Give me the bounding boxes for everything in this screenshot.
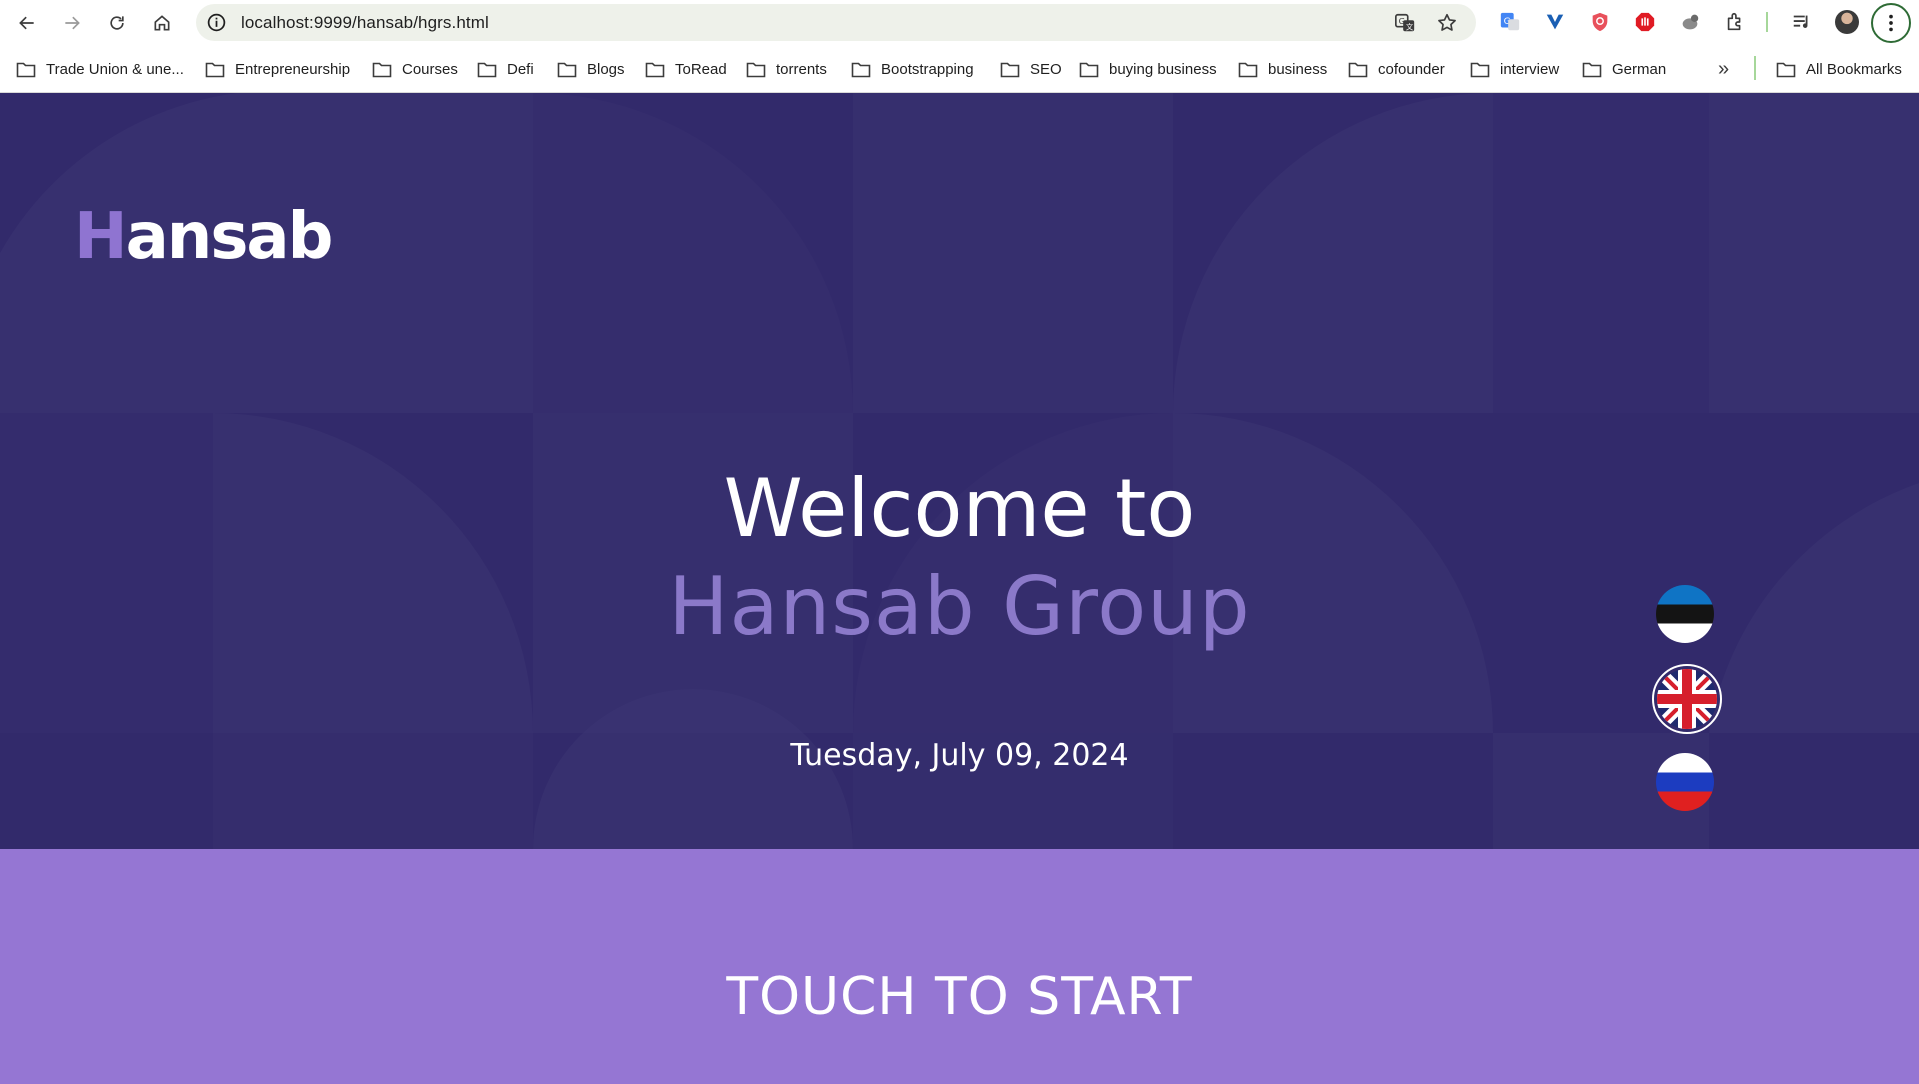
bookmark-label: ToRead	[675, 60, 727, 78]
bookmark-folder[interactable]: SEO	[1000, 57, 1062, 81]
bookmark-label: Blogs	[587, 60, 625, 78]
bookmark-folder[interactable]: Courses	[372, 57, 458, 81]
bookmark-folder[interactable]: Blogs	[557, 57, 625, 81]
bookmark-folder[interactable]: buying business	[1079, 57, 1217, 81]
bookmark-label: Entrepreneurship	[235, 60, 351, 78]
estonian-flag-button[interactable]	[1656, 585, 1714, 643]
reload-icon[interactable]	[102, 8, 132, 38]
folder-icon	[16, 62, 36, 77]
folder-icon	[1238, 62, 1258, 77]
logo-initial: H	[74, 200, 128, 274]
bookmark-label: torrents	[776, 60, 827, 78]
folder-icon	[205, 62, 225, 77]
folder-icon	[1582, 62, 1602, 77]
touch-to-start-label: TOUCH TO START	[726, 967, 1193, 1027]
bookmarks-overflow-button[interactable]: »	[1718, 57, 1729, 81]
bookmark-folder[interactable]: cofounder	[1348, 57, 1445, 81]
bookmark-label: business	[1268, 60, 1328, 78]
folder-icon	[1079, 62, 1099, 77]
google-translate-ext-icon[interactable]: G	[1498, 10, 1522, 34]
browser-toolbar: localhost:9999/hansab/hgrs.html G文 G	[0, 0, 1919, 45]
folder-icon	[477, 62, 497, 77]
welcome-heading: Welcome to	[723, 462, 1196, 555]
bookmark-label: Defi	[507, 60, 534, 78]
bookmark-folder[interactable]: Trade Union & une...	[16, 57, 184, 81]
bookmark-star-icon[interactable]	[1436, 12, 1458, 34]
folder-icon	[1776, 62, 1796, 77]
translate-icon[interactable]: G文	[1394, 12, 1416, 34]
profile-avatar[interactable]	[1835, 10, 1859, 34]
media-control-icon[interactable]	[1790, 10, 1814, 34]
company-name-heading: Hansab Group	[668, 560, 1251, 653]
menu-icon[interactable]	[1871, 3, 1911, 43]
address-bar[interactable]: localhost:9999/hansab/hgrs.html G文	[196, 4, 1476, 41]
russian-flag-button[interactable]	[1656, 753, 1714, 811]
url-text[interactable]: localhost:9999/hansab/hgrs.html	[241, 13, 489, 33]
bookmark-folder[interactable]: ToRead	[645, 57, 727, 81]
bookmarks-divider	[1754, 56, 1756, 80]
logo-text: ansab	[125, 200, 334, 274]
bookmark-label: buying business	[1109, 60, 1217, 78]
folder-icon	[851, 62, 871, 77]
shield-ext-icon[interactable]	[1588, 10, 1612, 34]
bookmark-folder[interactable]: business	[1238, 57, 1327, 81]
dog-ext-icon[interactable]	[1678, 10, 1702, 34]
toolbar-divider	[1766, 12, 1768, 32]
hansab-logo: Hansab	[74, 205, 333, 269]
vpn-ext-icon[interactable]	[1543, 10, 1567, 34]
folder-icon	[1470, 62, 1490, 77]
forward-icon[interactable]	[57, 8, 87, 38]
touch-to-start-button[interactable]: TOUCH TO START	[0, 849, 1919, 1084]
folder-icon	[645, 62, 665, 77]
adblock-ext-icon[interactable]	[1633, 10, 1657, 34]
bookmark-folder[interactable]: German	[1582, 57, 1666, 81]
folder-icon	[557, 62, 577, 77]
svg-text:文: 文	[1406, 22, 1414, 31]
folder-icon	[1348, 62, 1368, 77]
back-icon[interactable]	[12, 8, 42, 38]
bookmark-label: Courses	[402, 60, 458, 78]
folder-icon	[746, 62, 766, 77]
bookmark-folder[interactable]: torrents	[746, 57, 827, 81]
bookmark-label: SEO	[1030, 60, 1062, 78]
bookmark-label: Bootstrapping	[881, 60, 974, 78]
bookmark-label: interview	[1500, 60, 1560, 78]
bookmark-folder[interactable]: interview	[1470, 57, 1559, 81]
bookmarks-bar: Trade Union & une... Entrepreneurship Co…	[0, 45, 1919, 93]
bookmark-label: Trade Union & une...	[46, 60, 184, 78]
bookmark-folder[interactable]: Defi	[477, 57, 534, 81]
uk-flag-icon	[1657, 669, 1717, 729]
welcome-hero: Hansab Welcome to Hansab Group Tuesday, …	[0, 93, 1919, 849]
bookmark-label: cofounder	[1378, 60, 1445, 78]
current-date: Tuesday, July 09, 2024	[790, 738, 1129, 773]
bookmark-folder[interactable]: Entrepreneurship	[205, 57, 350, 81]
site-info-icon[interactable]	[206, 12, 227, 33]
extensions-icon[interactable]	[1723, 10, 1747, 34]
bookmark-folder[interactable]: Bootstrapping	[851, 57, 974, 81]
bookmark-label: German	[1612, 60, 1667, 78]
folder-icon	[1000, 62, 1020, 77]
folder-icon	[372, 62, 392, 77]
home-icon[interactable]	[147, 8, 177, 38]
bookmark-label: All Bookmarks	[1806, 60, 1902, 78]
english-flag-button[interactable]	[1652, 664, 1722, 734]
all-bookmarks-folder[interactable]: All Bookmarks	[1776, 57, 1902, 81]
